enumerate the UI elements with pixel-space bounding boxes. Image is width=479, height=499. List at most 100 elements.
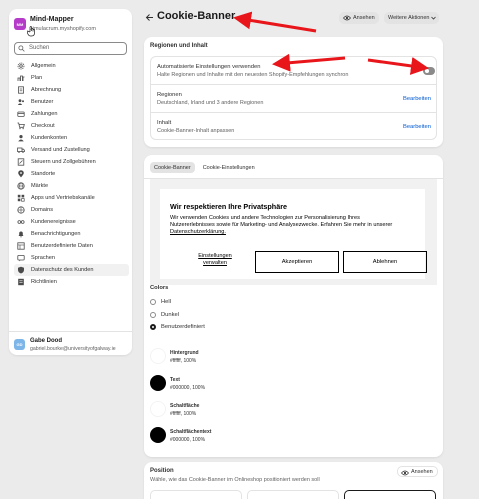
sidebar-item-label: Checkout [31, 123, 55, 129]
policy-icon [18, 278, 24, 286]
sidebar-item-data[interactable]: Benutzerdefinierte Daten [14, 240, 129, 252]
sidebar-item-label: Sprachen [31, 255, 55, 261]
sidebar-item-domain[interactable]: Domains [14, 204, 129, 216]
swatch-value: #ffffff, 100% [170, 358, 197, 364]
manage-preferences-link[interactable]: Einstellungen verwalten [195, 253, 235, 267]
billing-icon [18, 86, 24, 94]
sidebar-item-label: Versand und Zustellung [31, 147, 90, 153]
swatch-name: Schaltflächentext [170, 429, 212, 435]
edit-content-link[interactable]: Bearbeiten [403, 124, 431, 130]
position-view-button[interactable]: Ansehen [397, 466, 438, 477]
sidebar-item-tax[interactable]: Steuern und Zollgebühren [14, 156, 129, 168]
regions-row-sub: Deutschland, Irland und 3 andere Regione… [157, 100, 264, 106]
auto-settings-sub: Halte Regionen und Inhalte mit den neues… [157, 72, 349, 78]
settings-sidebar: MM Mind-Mapper simulacrum.myshopify.com … [9, 9, 132, 355]
tab-cookie-banner[interactable]: Cookie-Banner [150, 162, 195, 173]
store-switcher[interactable]: MM Mind-Mapper simulacrum.myshopify.com [14, 15, 129, 37]
sidebar-item-plan[interactable]: Plan [14, 72, 129, 84]
annotation-arrow [233, 11, 317, 33]
sidebar-item-label: Zahlungen [31, 111, 58, 117]
sidebar-item-gear[interactable]: Allgemein [14, 60, 129, 72]
accept-button[interactable]: Akzeptieren [255, 251, 339, 273]
sidebar-item-policy[interactable]: Richtlinien [14, 276, 129, 288]
chevron-down-icon [431, 16, 437, 20]
sidebar-item-events[interactable]: Kundenereignisse [14, 216, 129, 228]
view-button[interactable]: Ansehen [339, 12, 379, 24]
sidebar-item-language[interactable]: Sprachen [14, 252, 129, 264]
position-card: Position Wähle, wie das Cookie-Banner im… [144, 462, 443, 499]
content-row-title: Inhalt [157, 120, 172, 126]
regions-card: Regionen und Inhalt Automatisierte Einst… [144, 37, 443, 147]
tab-cookie-settings[interactable]: Cookie-Einstellungen [199, 162, 259, 173]
sidebar-item-person[interactable]: Kundenkonten [14, 132, 129, 144]
position-option[interactable] [150, 490, 242, 499]
radio-circle [150, 298, 156, 305]
data-icon [17, 242, 25, 250]
sidebar-item-label: Apps und Vertriebskanäle [31, 195, 95, 201]
privacy-icon [18, 266, 24, 274]
sidebar-item-label: Richtlinien [31, 279, 57, 285]
sidebar-item-globe[interactable]: Märkte [14, 180, 129, 192]
position-option-selected[interactable] [344, 490, 436, 499]
sidebar-item-location[interactable]: Standorte [14, 168, 129, 180]
sidebar-item-billing[interactable]: Abrechnung [14, 84, 129, 96]
search-icon [18, 45, 25, 52]
prefs-line: Einstellungen [198, 253, 232, 259]
content-row-sub: Cookie-Banner-Inhalt anpassen [157, 128, 235, 134]
eye-icon [401, 470, 409, 475]
banner-preview: Wir respektieren Ihre Privatsphäre Wir v… [150, 179, 437, 285]
sidebar-item-truck[interactable]: Versand und Zustellung [14, 144, 129, 156]
sidebar-item-apps[interactable]: Apps und Vertriebskanäle [14, 192, 129, 204]
radio-dark[interactable]: Dunkel [150, 310, 179, 319]
more-actions-button[interactable]: Weitere Aktionen [384, 12, 440, 24]
edit-regions-link[interactable]: Bearbeiten [403, 96, 431, 102]
sidebar-item-label: Abrechnung [31, 87, 62, 93]
color-swatch-button-text[interactable] [150, 427, 166, 443]
swatch-name: Text [170, 377, 180, 383]
color-swatch-background[interactable] [150, 348, 166, 364]
sidebar-item-label: Märkte [31, 183, 49, 189]
sidebar-item-users[interactable]: Benutzer [14, 96, 129, 108]
user-account[interactable]: GD Gabe Dood gabriel.bourke@universityof… [14, 337, 129, 353]
banner-text-line: Wir verwenden Cookies und andere Technol… [170, 215, 360, 221]
hand-cursor-icon [27, 26, 35, 37]
sidebar-item-label: Standorte [31, 171, 56, 177]
sidebar-item-privacy[interactable]: Datenschutz des Kunden [14, 264, 129, 276]
apps-icon [17, 194, 25, 202]
swatch-value: #ffffff, 100% [170, 411, 197, 417]
radio-label: Dunkel [161, 311, 180, 318]
back-arrow-icon[interactable] [145, 13, 154, 22]
store-url: simulacrum.myshopify.com [30, 26, 96, 32]
eye-icon [343, 15, 351, 21]
bell-icon [18, 231, 24, 238]
user-email: gabriel.bourke@universityofgalway.ie [30, 346, 116, 352]
banner-text: Wir verwenden Cookies und andere Technol… [170, 215, 420, 236]
sidebar-item-payments[interactable]: Zahlungen [14, 108, 129, 120]
position-option[interactable] [247, 490, 339, 499]
search-placeholder: Suchen [29, 45, 50, 51]
store-avatar: MM [14, 18, 26, 30]
plan-icon [17, 75, 25, 81]
swatch-value: #000000, 100% [170, 437, 206, 443]
swatch-name: Schaltfläche [170, 403, 200, 409]
color-swatch-button[interactable] [150, 401, 166, 417]
location-icon [18, 170, 24, 178]
sidebar-item-label: Domains [31, 207, 54, 213]
sidebar-item-label: Benutzerdefinierte Daten [31, 243, 93, 249]
radio-custom[interactable]: Benutzerdefiniert [150, 322, 205, 331]
auto-settings-toggle[interactable] [423, 67, 435, 75]
sidebar-item-bell[interactable]: Benachrichtigungen [14, 228, 129, 240]
radio-light[interactable]: Hell [150, 297, 171, 306]
privacy-policy-link[interactable]: Datenschutzerklärung. [170, 229, 420, 236]
tax-icon [17, 158, 25, 166]
colors-label: Colors [150, 285, 169, 291]
settings-nav: Allgemein Plan Abrechnung Benutzer Zahlungen… [14, 60, 129, 288]
decline-button[interactable]: Ablehnen [343, 251, 427, 273]
avatar: GD [14, 339, 25, 350]
content-row: Inhalt Cookie-Banner-Inhalt anpassen Bea… [151, 113, 436, 140]
sidebar-item-cart[interactable]: Checkout [14, 120, 129, 132]
banner-title: Wir respektieren Ihre Privatsphäre [170, 202, 287, 211]
color-swatch-text[interactable] [150, 375, 166, 391]
search-input[interactable]: Suchen [14, 42, 127, 55]
banner-text-line: Nutzererlebnisses sowie für Marketing- u… [170, 222, 393, 228]
